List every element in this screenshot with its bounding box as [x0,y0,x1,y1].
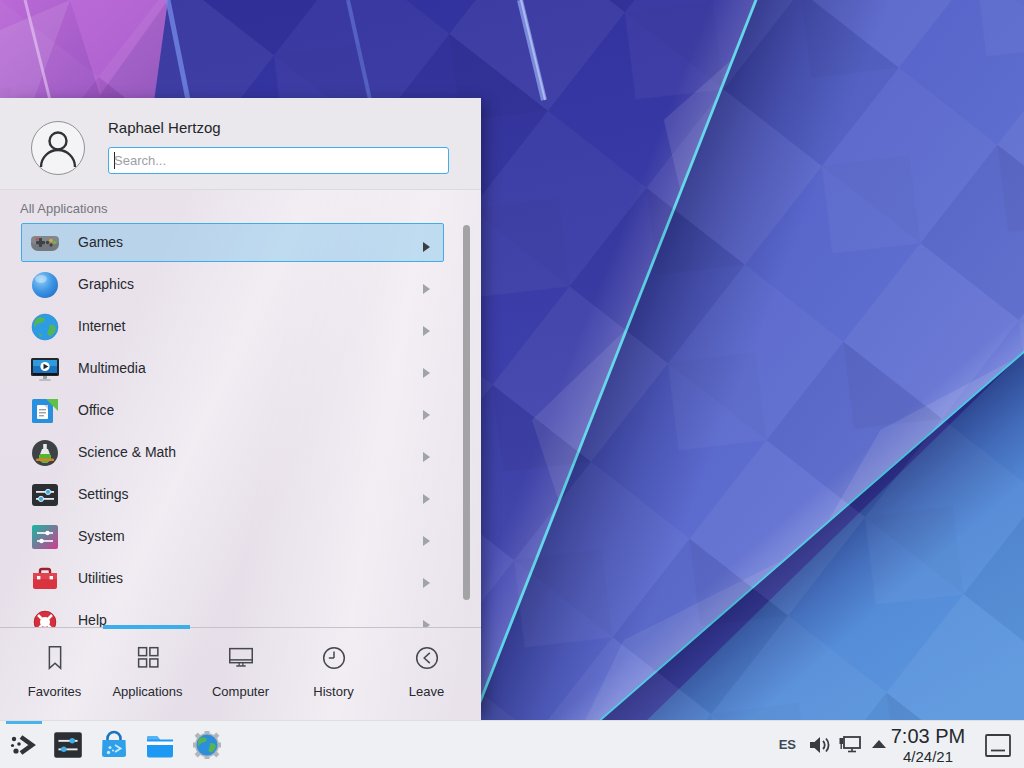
system-info-launcher[interactable] [190,728,224,762]
launcher-footer: Favorites Applications [0,627,481,720]
clock-date: 4/24/21 [882,748,974,765]
tab-favorites[interactable]: Favorites [8,628,101,720]
submenu-arrow-icon [422,616,430,626]
kde-launcher-icon [7,728,41,762]
user-avatar[interactable] [31,121,85,175]
submenu-arrow-icon [422,406,430,416]
settings-icon [29,479,61,511]
category-graphics[interactable]: Graphics [0,264,460,306]
scrollbar[interactable] [463,225,470,600]
tab-computer[interactable]: Computer [194,628,287,720]
clock-time: 7:03 PM [882,724,974,748]
application-list: Games Graphics [0,222,460,627]
launcher-header: Raphael Hertzog [0,98,481,190]
user-icon [32,122,84,174]
category-games[interactable]: Games [0,222,460,264]
leave-icon [412,643,442,673]
active-task-indicator [6,721,42,724]
system-settings-icon [51,728,85,762]
network-icon[interactable] [838,734,862,756]
multimedia-icon [29,353,61,385]
category-multimedia[interactable]: Multimedia [0,348,460,390]
submenu-arrow-icon [422,448,430,458]
taskbar: ES 7:03 PM 4/24/21 [0,720,1024,768]
tab-history[interactable]: History [287,628,380,720]
desktop: Raphael Hertzog All Applications [0,0,1024,768]
category-science-math[interactable]: Science & Math [0,432,460,474]
submenu-arrow-icon [422,238,430,248]
volume-icon[interactable] [808,734,832,756]
submenu-arrow-icon [422,574,430,584]
discover-icon [97,728,131,762]
category-settings[interactable]: Settings [0,474,460,516]
graphics-icon [29,269,61,301]
folder-icon [143,728,177,762]
keyboard-layout-indicator[interactable]: ES [779,737,796,752]
user-name: Raphael Hertzog [108,119,221,136]
submenu-arrow-icon [422,322,430,332]
science-icon [29,437,61,469]
office-icon [29,395,61,427]
application-launcher-popup: Raphael Hertzog All Applications [0,98,481,720]
clock[interactable]: 7:03 PM 4/24/21 [882,724,974,765]
launcher-button[interactable] [7,728,41,762]
category-office[interactable]: Office [0,390,460,432]
tab-leave[interactable]: Leave [380,628,473,720]
category-help[interactable]: Help [0,600,460,627]
discover-launcher[interactable] [97,728,131,762]
internet-icon [29,311,61,343]
category-system[interactable]: System [0,516,460,558]
submenu-arrow-icon [422,364,430,374]
show-desktop-button[interactable] [984,733,1012,758]
search-input[interactable] [114,149,444,172]
globe-gear-icon [190,728,224,762]
submenu-arrow-icon [422,532,430,542]
utilities-icon [29,563,61,595]
favorites-icon [40,643,70,673]
applications-icon [133,643,163,673]
games-icon [29,227,61,259]
category-internet[interactable]: Internet [0,306,460,348]
submenu-arrow-icon [422,280,430,290]
history-icon [319,643,349,673]
section-label: All Applications [20,201,107,216]
help-icon [29,605,61,627]
file-manager-launcher[interactable] [143,728,177,762]
system-settings-launcher[interactable] [51,728,85,762]
computer-icon [226,643,256,673]
submenu-arrow-icon [422,490,430,500]
search-field[interactable] [108,147,449,174]
category-utilities[interactable]: Utilities [0,558,460,600]
system-icon [29,521,61,553]
tab-applications[interactable]: Applications [101,628,194,720]
